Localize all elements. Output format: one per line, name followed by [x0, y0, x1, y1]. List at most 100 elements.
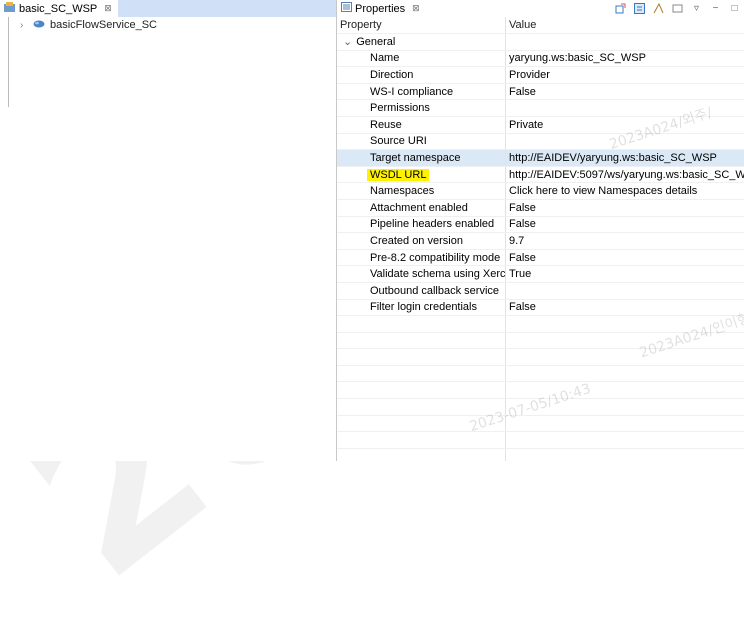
property-label: WSDL URL — [367, 169, 429, 181]
value-cell[interactable]: Private — [506, 116, 744, 133]
empty-row — [337, 432, 744, 449]
property-cell[interactable]: Validate schema using Xerc — [337, 266, 506, 283]
view-menu-icon[interactable]: ▿ — [691, 3, 702, 14]
value-cell[interactable]: 9.7 — [506, 233, 744, 250]
tab-properties[interactable]: Properties ⊠ — [337, 0, 426, 17]
table-row[interactable]: WS-I compliance False — [337, 83, 744, 100]
table-row[interactable]: Reuse Private — [337, 116, 744, 133]
column-header-property[interactable]: Property — [337, 17, 506, 34]
table-row[interactable]: WSDL URL http://EAIDEV:5097/ws/yaryung.ws… — [337, 166, 744, 183]
property-label: Target namespace — [370, 152, 461, 164]
empty-row — [337, 332, 744, 349]
value-cell[interactable]: http://EAIDEV/yaryung.ws:basic_SC_WSP — [506, 150, 744, 167]
property-cell[interactable]: WSDL URL — [337, 166, 506, 183]
pin-icon[interactable] — [615, 3, 626, 14]
value-cell[interactable]: yaryung.ws:basic_SC_WSP — [506, 50, 744, 67]
table-row[interactable]: Outbound callback service — [337, 282, 744, 299]
empty-cell — [506, 365, 744, 382]
categories-icon[interactable] — [634, 3, 645, 14]
group-cell[interactable]: ⌄General — [337, 34, 506, 51]
value-cell[interactable]: http://EAIDEV:5097/ws/yaryung.ws:basic_S… — [506, 166, 744, 183]
property-label: Outbound callback service — [370, 285, 499, 297]
value-cell[interactable]: True — [506, 266, 744, 283]
property-label: Created on version — [370, 235, 463, 247]
property-cell[interactable]: Name — [337, 50, 506, 67]
tree-item-flow-service[interactable]: › basicFlowService_SC — [0, 17, 336, 33]
empty-row — [337, 448, 744, 461]
tree-item-label: basicFlowService_SC — [50, 19, 157, 31]
property-label: Attachment enabled — [370, 202, 468, 214]
value-cell[interactable]: Provider — [506, 67, 744, 84]
close-icon[interactable]: ⊠ — [104, 3, 112, 14]
property-cell[interactable]: Direction — [337, 67, 506, 84]
value-cell[interactable]: False — [506, 249, 744, 266]
value-cell[interactable]: False — [506, 216, 744, 233]
property-cell[interactable]: Pre-8.2 compatibility mode — [337, 249, 506, 266]
value-cell[interactable] — [506, 100, 744, 117]
view-toolbar: ▿ − □ — [615, 1, 740, 16]
tab-basic-sc-wsp[interactable]: basic_SC_WSP ⊠ — [0, 0, 118, 17]
table-row[interactable]: Attachment enabled False — [337, 199, 744, 216]
maximize-icon[interactable]: □ — [729, 3, 740, 14]
property-cell[interactable]: Permissions — [337, 100, 506, 117]
group-row-general[interactable]: ⌄General — [337, 34, 744, 51]
chevron-down-icon[interactable]: ⌄ — [343, 36, 352, 48]
property-cell[interactable]: Source URI — [337, 133, 506, 150]
table-row[interactable]: Validate schema using XercTrue — [337, 266, 744, 283]
empty-cell — [506, 382, 744, 399]
value-cell[interactable]: Click here to view Namespaces details — [506, 183, 744, 200]
value-cell[interactable]: False — [506, 299, 744, 316]
empty-cell — [337, 349, 506, 366]
property-cell[interactable]: Created on version — [337, 233, 506, 250]
property-cell[interactable]: Pipeline headers enabled — [337, 216, 506, 233]
outline-tabbar: basic_SC_WSP ⊠ — [0, 0, 336, 17]
value-cell[interactable]: False — [506, 199, 744, 216]
table-row[interactable]: NamespacesClick here to view Namespaces … — [337, 183, 744, 200]
column-header-value[interactable]: Value — [506, 17, 744, 34]
empty-cell — [506, 349, 744, 366]
property-cell[interactable]: Reuse — [337, 116, 506, 133]
minimize-icon[interactable]: − — [710, 3, 721, 14]
value-cell[interactable] — [506, 282, 744, 299]
table-row[interactable]: Pipeline headers enabledFalse — [337, 216, 744, 233]
tree-guide-line — [8, 17, 11, 107]
empty-cell — [506, 399, 744, 416]
close-icon[interactable]: ⊠ — [412, 3, 420, 14]
table-row[interactable]: Pre-8.2 compatibility mode False — [337, 249, 744, 266]
empty-row — [337, 399, 744, 416]
empty-cell — [506, 448, 744, 461]
table-row[interactable]: Permissions — [337, 100, 744, 117]
property-cell[interactable]: Target namespace — [337, 150, 506, 167]
empty-cell — [337, 448, 506, 461]
property-label: Name — [370, 52, 399, 64]
chevron-right-icon[interactable]: › — [20, 20, 28, 31]
property-label: WS-I compliance — [370, 86, 453, 98]
property-cell[interactable]: Attachment enabled — [337, 199, 506, 216]
property-label: Reuse — [370, 119, 402, 131]
property-cell[interactable]: Namespaces — [337, 183, 506, 200]
value-cell[interactable] — [506, 133, 744, 150]
value-cell[interactable]: False — [506, 83, 744, 100]
empty-cell — [506, 432, 744, 449]
property-cell[interactable]: WS-I compliance — [337, 83, 506, 100]
empty-cell — [337, 399, 506, 416]
property-cell[interactable]: Filter login credentials — [337, 299, 506, 316]
restore-default-icon[interactable] — [672, 3, 683, 14]
group-value-cell — [506, 34, 744, 51]
table-row[interactable]: Source URI — [337, 133, 744, 150]
property-label: Pre-8.2 compatibility mode — [370, 252, 500, 264]
property-cell[interactable]: Outbound callback service — [337, 282, 506, 299]
empty-row — [337, 365, 744, 382]
properties-panel: Properties ⊠ ▿ − □ Property Value ⌄Gener… — [337, 0, 744, 461]
table-header-row: Property Value — [337, 17, 744, 34]
table-row[interactable]: Filter login credentialsFalse — [337, 299, 744, 316]
flow-service-icon — [33, 19, 45, 31]
empty-cell — [506, 332, 744, 349]
table-row[interactable]: Target namespace http://EAIDEV/yaryung.ws… — [337, 150, 744, 167]
advanced-icon[interactable] — [653, 3, 664, 14]
table-row[interactable]: Created on version 9.7 — [337, 233, 744, 250]
empty-cell — [337, 432, 506, 449]
table-row[interactable]: Name yaryung.ws:basic_SC_WSP — [337, 50, 744, 67]
table-row[interactable]: DirectionProvider — [337, 67, 744, 84]
empty-cell — [337, 316, 506, 333]
